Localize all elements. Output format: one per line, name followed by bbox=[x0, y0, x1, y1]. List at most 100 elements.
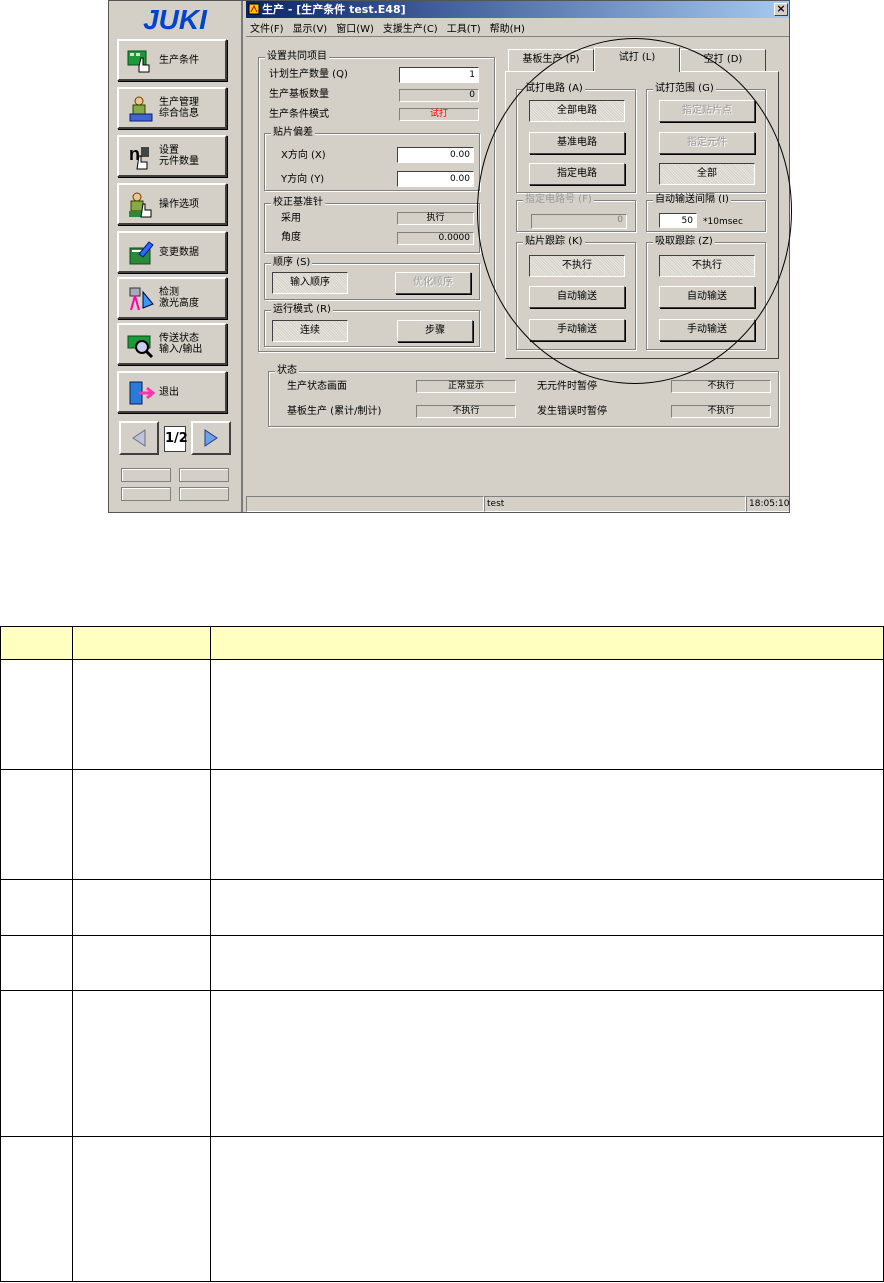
app-icon bbox=[248, 3, 260, 15]
next-page-button[interactable] bbox=[191, 421, 231, 455]
count-hand-icon: n bbox=[129, 144, 149, 170]
green-board-hand-icon bbox=[127, 50, 150, 73]
table-cell bbox=[0, 659, 73, 770]
exit-button[interactable]: 退出 bbox=[117, 371, 227, 413]
menu-bar: 文件(F) 显示(V) 窗口(W) 支援生产(C) 工具(T) 帮助(H) bbox=[246, 18, 789, 36]
info-box-4 bbox=[179, 487, 229, 501]
conveyor-magnifier-icon bbox=[127, 335, 154, 358]
table-cell bbox=[72, 769, 211, 880]
table-cell bbox=[0, 990, 73, 1137]
table-cell bbox=[210, 659, 884, 770]
board-production-status-value: 不执行 bbox=[416, 405, 516, 418]
table-cell bbox=[210, 769, 884, 880]
calib-angle-value: 0.0000 bbox=[397, 232, 474, 245]
production-conditions-label: 生产条件 bbox=[159, 54, 199, 66]
run-mode-title: 运行模式 (R) bbox=[271, 304, 333, 316]
table-header-row bbox=[0, 626, 884, 660]
table-cell bbox=[210, 879, 884, 936]
table-cell bbox=[210, 990, 884, 1137]
production-conditions-button[interactable]: 生产条件 bbox=[117, 39, 227, 81]
triangle-left-icon bbox=[132, 429, 146, 447]
board-production-status-label: 基板生产 (累计/制计) bbox=[287, 406, 382, 417]
placement-offset-title: 贴片偏差 bbox=[271, 127, 315, 139]
table-row bbox=[0, 990, 884, 1137]
input-order-button[interactable]: 输入顺序 bbox=[272, 272, 348, 294]
status-bar-text: test bbox=[484, 496, 746, 512]
table-cell bbox=[72, 990, 211, 1137]
laser-height-check-button[interactable]: 检测 激光高度 bbox=[117, 277, 227, 319]
x-offset-label: X方向 (X) bbox=[281, 150, 326, 161]
operation-options-button[interactable]: 操作选项 bbox=[117, 183, 227, 225]
screen-status-value: 正常显示 bbox=[416, 380, 516, 393]
exit-label: 退出 bbox=[159, 386, 179, 398]
error-pause-label: 发生错误时暂停 bbox=[537, 406, 607, 417]
close-icon[interactable]: × bbox=[774, 3, 788, 16]
table-cell bbox=[72, 1136, 211, 1282]
status-group: 状态 生产状态画面 正常显示 无元件时暂停 不执行 基板生产 (累计/制计) 不… bbox=[268, 365, 779, 427]
table-row bbox=[0, 879, 884, 936]
continuous-button[interactable]: 连续 bbox=[272, 320, 348, 342]
highlight-oval bbox=[477, 38, 792, 384]
table-row bbox=[0, 659, 884, 770]
board-count-label: 生产基板数量 bbox=[269, 89, 329, 100]
person-hand-icon bbox=[129, 192, 152, 218]
table-cell bbox=[0, 769, 73, 880]
exit-door-icon bbox=[129, 381, 155, 405]
juki-logo: JUKI bbox=[143, 5, 208, 33]
planned-qty-label: 计划生产数量 (Q) bbox=[269, 69, 348, 80]
table-row bbox=[0, 1136, 884, 1282]
table-cell bbox=[0, 1136, 73, 1282]
order-title: 顺序 (S) bbox=[271, 257, 313, 269]
step-button[interactable]: 步骤 bbox=[397, 320, 473, 342]
menu-view[interactable]: 显示(V) bbox=[293, 20, 328, 35]
board-count-value: 0 bbox=[399, 89, 479, 102]
triangle-right-icon bbox=[204, 429, 218, 447]
y-offset-input[interactable]: 0.00 bbox=[397, 171, 474, 187]
prev-page-button[interactable] bbox=[119, 421, 159, 455]
table-cell bbox=[210, 935, 884, 991]
calib-use-value: 执行 bbox=[397, 212, 474, 225]
optimize-order-button[interactable]: 优化顺序 bbox=[395, 272, 471, 294]
calibration-pin-title: 校正基准针 bbox=[271, 197, 325, 209]
run-mode-group: 运行模式 (R) 连续 步骤 bbox=[264, 304, 480, 347]
common-settings-title: 设置共同项目 bbox=[265, 51, 329, 63]
operation-options-label: 操作选项 bbox=[159, 198, 199, 210]
set-part-count-button[interactable]: n 设置 元件数量 bbox=[117, 135, 227, 177]
table-cell bbox=[0, 935, 73, 991]
menu-support-production[interactable]: 支援生产(C) bbox=[383, 20, 438, 35]
placement-offset-group: 贴片偏差 X方向 (X) 0.00 Y方向 (Y) 0.00 bbox=[264, 127, 480, 191]
table-header-cell bbox=[72, 626, 211, 660]
window-title: 生产 - [生产条件 test.E48] bbox=[262, 3, 406, 16]
x-offset-input[interactable]: 0.00 bbox=[397, 147, 474, 163]
laser-height-icon bbox=[129, 287, 154, 311]
pen-book-icon bbox=[129, 241, 154, 265]
info-box-2 bbox=[179, 468, 229, 482]
order-group: 顺序 (S) 输入顺序 优化顺序 bbox=[264, 257, 480, 300]
table-row bbox=[0, 935, 884, 991]
menu-help[interactable]: 帮助(H) bbox=[490, 20, 525, 35]
tab-trial[interactable]: 试打 (L) bbox=[594, 47, 680, 72]
change-data-button[interactable]: 变更数据 bbox=[117, 231, 227, 273]
laser-height-check-label: 检测 激光高度 bbox=[159, 287, 199, 309]
change-data-label: 变更数据 bbox=[159, 246, 199, 258]
info-box-3 bbox=[121, 487, 171, 501]
table-header-cell bbox=[210, 626, 884, 660]
status-bar-time: 18:05:10 bbox=[746, 496, 789, 512]
table-header-cell bbox=[0, 626, 73, 660]
menu-window[interactable]: 窗口(W) bbox=[336, 20, 374, 35]
screen-status-label: 生产状态画面 bbox=[287, 381, 347, 392]
production-management-button[interactable]: 生产管理 综合信息 bbox=[117, 87, 227, 129]
table-cell bbox=[72, 879, 211, 936]
conveyor-io-button[interactable]: 传送状态 输入/输出 bbox=[117, 323, 227, 365]
status-bar-left bbox=[246, 496, 484, 512]
menu-tools[interactable]: 工具(T) bbox=[447, 20, 481, 35]
window-title-bar[interactable]: 生产 - [生产条件 test.E48] × bbox=[246, 1, 789, 18]
status-title: 状态 bbox=[275, 365, 299, 377]
menu-file[interactable]: 文件(F) bbox=[250, 20, 284, 35]
table-cell bbox=[210, 1136, 884, 1282]
y-offset-label: Y方向 (Y) bbox=[281, 174, 325, 185]
info-box-1 bbox=[121, 468, 171, 482]
planned-qty-input[interactable]: 1 bbox=[399, 67, 479, 83]
table-cell bbox=[72, 659, 211, 770]
table-cell bbox=[0, 879, 73, 936]
